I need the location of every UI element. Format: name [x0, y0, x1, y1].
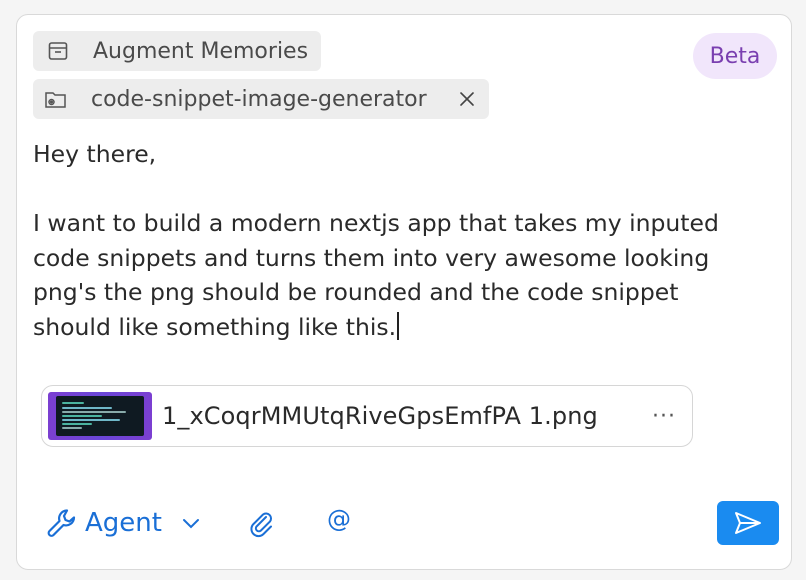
message-greeting: Hey there,: [33, 140, 157, 168]
text-cursor: [397, 311, 400, 340]
paperclip-icon[interactable]: [247, 509, 277, 539]
beta-badge: Beta: [693, 33, 777, 79]
close-icon[interactable]: [455, 87, 479, 111]
attachment-filename: 1_xCoqrMMUtqRiveGpsEmfPA 1.png: [162, 402, 598, 430]
project-context-chip[interactable]: code-snippet-image-generator: [33, 79, 489, 119]
mention-button[interactable]: @: [327, 505, 351, 533]
augment-memories-chip[interactable]: Augment Memories: [33, 31, 321, 71]
folder-icon: [43, 86, 69, 112]
image-thumbnail: [48, 392, 152, 440]
input-toolbar: Agent @: [17, 489, 791, 569]
augment-memories-label: Augment Memories: [93, 38, 309, 64]
agent-mode-label: Agent: [85, 508, 162, 538]
project-context-label: code-snippet-image-generator: [91, 86, 427, 112]
chat-input-panel: Augment Memories code-snippet-image-gene…: [16, 14, 792, 570]
agent-mode-dropdown[interactable]: Agent: [45, 505, 202, 541]
send-icon: [735, 512, 761, 534]
attachment-card[interactable]: 1_xCoqrMMUtqRiveGpsEmfPA 1.png ···: [41, 385, 693, 447]
message-body: I want to build a modern nextjs app that…: [33, 209, 727, 341]
send-button[interactable]: [717, 501, 779, 545]
archive-box-icon: [45, 38, 71, 64]
wrench-icon: [47, 509, 76, 537]
chevron-down-icon: [182, 519, 199, 529]
more-options-icon[interactable]: ···: [652, 404, 676, 429]
message-input[interactable]: Hey there, I want to build a modern next…: [33, 137, 753, 344]
